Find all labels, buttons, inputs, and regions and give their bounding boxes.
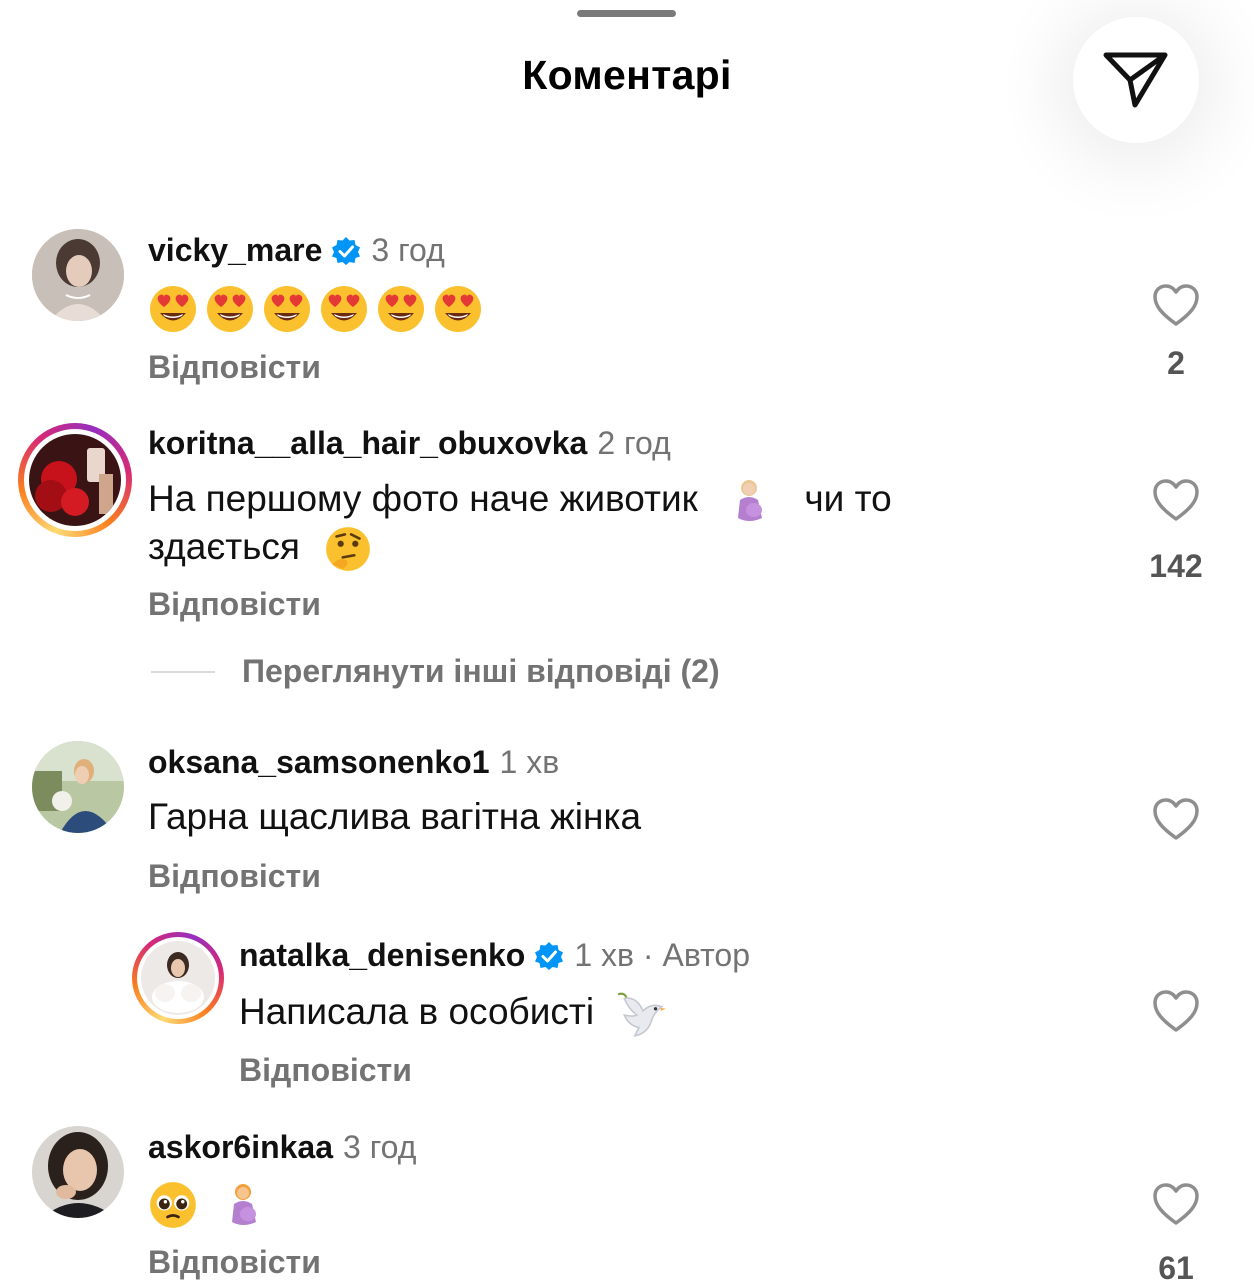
like-control [1131,797,1221,841]
avatar-image [32,741,124,833]
heart-icon[interactable] [1152,1182,1200,1226]
like-control: 2 [1131,283,1221,382]
comment-meta: askor6inkaa 3 год [148,1129,416,1166]
comment-meta: koritna__alla_hair_obuxovka 2 год [148,425,671,462]
view-more-replies[interactable]: Переглянути інші відповіді (2) [151,653,720,690]
username[interactable]: natalka_denisenko [239,937,525,974]
reply-button[interactable]: Відповісти [239,1052,412,1089]
like-control [1131,989,1221,1033]
comment-text-part: здається [148,526,300,568]
smiling-face-with-heart-eyes-icon [207,286,253,333]
avatar[interactable] [32,741,124,833]
username[interactable]: koritna__alla_hair_obuxovka [148,425,587,462]
like-count: 61 [1158,1250,1194,1280]
verified-badge-icon [332,236,361,265]
share-button[interactable] [1073,17,1199,143]
comment-text-part: На першому фото наче животик [148,478,698,519]
smiling-face-with-heart-eyes-icon [264,286,310,333]
comment-meta: vicky_mare 3 год [148,232,445,269]
pregnant-woman-icon [232,1184,257,1226]
smiling-face-with-heart-eyes-icon [435,286,481,333]
reply-button[interactable]: Відповісти [148,586,321,623]
avatar [29,434,121,526]
comment-text: Гарна щаслива вагітна жінка [148,796,642,837]
drag-handle[interactable] [577,10,676,17]
thinking-face-icon [326,527,371,572]
paper-plane-icon [1103,52,1168,108]
avatar-story-ring[interactable] [132,932,224,1024]
avatar [141,941,215,1015]
comment-text: Написала в особисті [239,988,668,1040]
username[interactable]: vicky_mare [148,232,322,269]
reply-button[interactable]: Відповісти [148,858,321,895]
avatar-story-ring[interactable] [18,423,132,537]
reply-button[interactable]: Відповісти [148,1244,321,1280]
comment-text-part: Написала в особисті [239,990,595,1032]
comment-text: На першому фото наче животик чи то здаєт… [148,476,1108,573]
comments-sheet: Коментарі vicky_mare 3 год Відповісти 2 … [0,0,1254,1280]
avatar[interactable] [32,229,124,321]
reply-button[interactable]: Відповісти [148,349,321,386]
comment-text [148,1180,266,1230]
comment-time: 3 год [343,1129,417,1165]
page-title: Коментарі [522,52,732,98]
pleading-face-icon [150,1182,196,1229]
like-count: 142 [1149,548,1203,584]
smiling-face-with-heart-eyes-icon [321,286,367,333]
like-count: 2 [1167,345,1185,381]
smiling-face-with-heart-eyes-icon [378,286,424,333]
like-control: 142 [1131,478,1221,585]
view-more-replies-label[interactable]: Переглянути інші відповіді (2) [242,653,720,690]
comment-text [148,284,490,334]
comment-time: 1 хв · Автор [574,937,750,973]
avatar-image [141,941,215,1015]
avatar-image [29,434,121,526]
like-control: 61 [1131,1182,1221,1280]
username[interactable]: askor6inkaa [148,1129,333,1166]
comment-meta: oksana_samsonenko1 1 хв [148,744,559,781]
heart-icon[interactable] [1152,478,1200,522]
comment-time: 1 хв [499,744,560,780]
avatar-image [32,229,124,321]
divider [151,670,215,673]
smiling-face-with-heart-eyes-icon [150,286,196,333]
username[interactable]: oksana_samsonenko1 [148,744,490,781]
pregnant-woman-icon [738,480,763,522]
comment-time: 3 год [371,232,445,268]
heart-icon[interactable] [1152,989,1200,1033]
heart-icon[interactable] [1152,797,1200,841]
verified-badge-icon [535,941,564,970]
dove-icon [618,992,667,1037]
heart-icon[interactable] [1152,283,1200,327]
comment-time: 2 год [597,425,671,461]
avatar[interactable] [32,1126,124,1218]
comment-meta: natalka_denisenko 1 хв · Автор [239,937,750,974]
comment-text-part: чи то [804,478,892,519]
avatar-image [32,1126,124,1218]
